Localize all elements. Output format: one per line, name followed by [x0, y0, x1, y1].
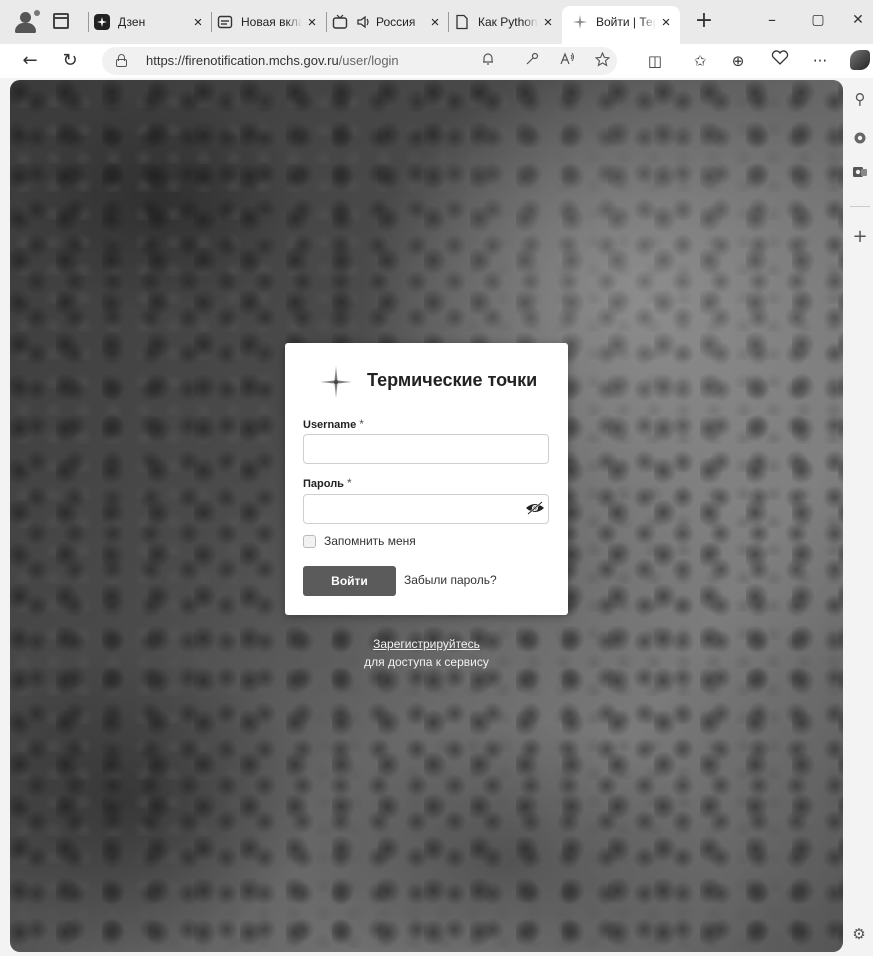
audio-icon[interactable] [356, 14, 372, 30]
sidebar-add-icon[interactable]: + [849, 226, 871, 248]
tab-title: Новая вкладка [241, 15, 302, 29]
newtab-icon [217, 14, 233, 30]
minimize-button[interactable]: – [752, 8, 792, 34]
more-menu-icon[interactable]: ··· [808, 49, 832, 73]
close-window-button[interactable]: ✕ [838, 8, 873, 34]
tab-strip: Дзен × Новая вкладка × Россия × [0, 0, 873, 44]
favorites-icon[interactable]: ✩ [688, 49, 712, 73]
spark-logo-icon [320, 366, 352, 398]
tab-close-icon[interactable]: × [190, 14, 206, 31]
tab-separator [211, 12, 212, 32]
new-tab-button[interactable]: + [690, 8, 718, 36]
sidebar-settings-icon[interactable]: ⚙ [850, 925, 868, 943]
address-toolbar: ← ↻ https://firenotification.mchs.gov.ru… [0, 44, 873, 78]
tab-title: Россия [376, 15, 416, 29]
url-host: https://firenotification.mchs.gov.ru [146, 53, 339, 68]
sidebar-tools-icon[interactable] [849, 130, 871, 152]
username-label-text: Username [303, 419, 357, 431]
tab-title: Дзен [118, 15, 146, 29]
address-bar[interactable]: https://firenotification.mchs.gov.ru/use… [102, 47, 617, 75]
back-button[interactable]: ← [16, 48, 44, 74]
page-icon [454, 14, 470, 30]
tab-close-icon[interactable]: × [540, 14, 556, 31]
tab-separator [326, 12, 327, 32]
tab-title: Как Python [478, 15, 538, 29]
tab-separator [448, 12, 449, 32]
copilot-icon[interactable] [850, 50, 870, 70]
username-label: Username * [303, 417, 364, 431]
collections-icon[interactable]: ⊕ [726, 49, 750, 73]
read-aloud-icon[interactable] [558, 52, 578, 70]
required-mark: * [346, 476, 352, 490]
tv-icon [332, 14, 348, 30]
tab-login-active[interactable]: Войти | Термические точки × [562, 6, 680, 44]
show-password-eye-icon[interactable] [525, 500, 545, 516]
register-link[interactable]: Зарегистрируйтесь [373, 637, 480, 651]
tab-title: Войти | Термические точки [596, 15, 656, 29]
required-mark: * [359, 417, 364, 431]
register-subtext: для доступа к сервису [364, 655, 489, 669]
tab-dzen[interactable]: Дзен × [94, 7, 206, 37]
refresh-button[interactable]: ↻ [56, 48, 84, 74]
brand-title: Термические точки [367, 370, 538, 390]
register-block: Зарегистрируйтесь для доступа к сервису [285, 637, 568, 669]
login-card: Термические точки Username * Пароль * Запо… [285, 343, 568, 615]
remember-me-label[interactable]: Запомнить меня [324, 534, 416, 548]
spark-icon [572, 14, 588, 30]
password-input[interactable] [303, 494, 549, 524]
login-submit-button[interactable]: Войти [303, 566, 396, 596]
favorite-star-icon[interactable] [592, 51, 612, 70]
key-icon[interactable] [522, 52, 542, 70]
remember-me-checkbox[interactable] [303, 534, 316, 548]
tab-close-icon[interactable]: × [304, 14, 320, 31]
url-path: /user/login [338, 53, 399, 68]
dzen-icon [94, 14, 110, 30]
tab-python[interactable]: Как Python × [454, 7, 556, 37]
lock-icon[interactable] [116, 54, 127, 67]
password-label: Пароль * [303, 476, 352, 490]
profile-icon[interactable] [14, 10, 40, 34]
maximize-button[interactable]: ▢ [798, 8, 838, 34]
edge-sidebar: ⚲ + [846, 78, 873, 956]
url-text: https://firenotification.mchs.gov.ru/use… [146, 53, 399, 68]
browser-essentials-icon[interactable] [768, 49, 792, 73]
password-label-text: Пароль [303, 478, 344, 490]
remember-me-row[interactable]: Запомнить меня [303, 534, 416, 548]
split-screen-icon[interactable]: ◫ [643, 49, 667, 73]
tab-close-icon[interactable]: × [427, 14, 443, 31]
tab-new-tab[interactable]: Новая вкладка × [217, 7, 320, 37]
forgot-password-link[interactable]: Забыли пароль? [404, 573, 497, 587]
sidebar-outlook-icon[interactable] [849, 164, 871, 186]
sidebar-divider [850, 206, 870, 207]
tab-actions-icon[interactable] [53, 13, 69, 29]
page-background-forest: Термические точки Username * Пароль * Запо… [10, 80, 843, 952]
bell-icon[interactable] [478, 52, 498, 70]
sidebar-search-icon[interactable]: ⚲ [849, 88, 871, 110]
tab-separator [88, 12, 89, 32]
tab-close-icon[interactable]: × [658, 14, 674, 31]
username-input[interactable] [303, 434, 549, 464]
browser-window: Дзен × Новая вкладка × Россия × [0, 0, 873, 956]
tab-russia[interactable]: Россия × [332, 7, 443, 37]
